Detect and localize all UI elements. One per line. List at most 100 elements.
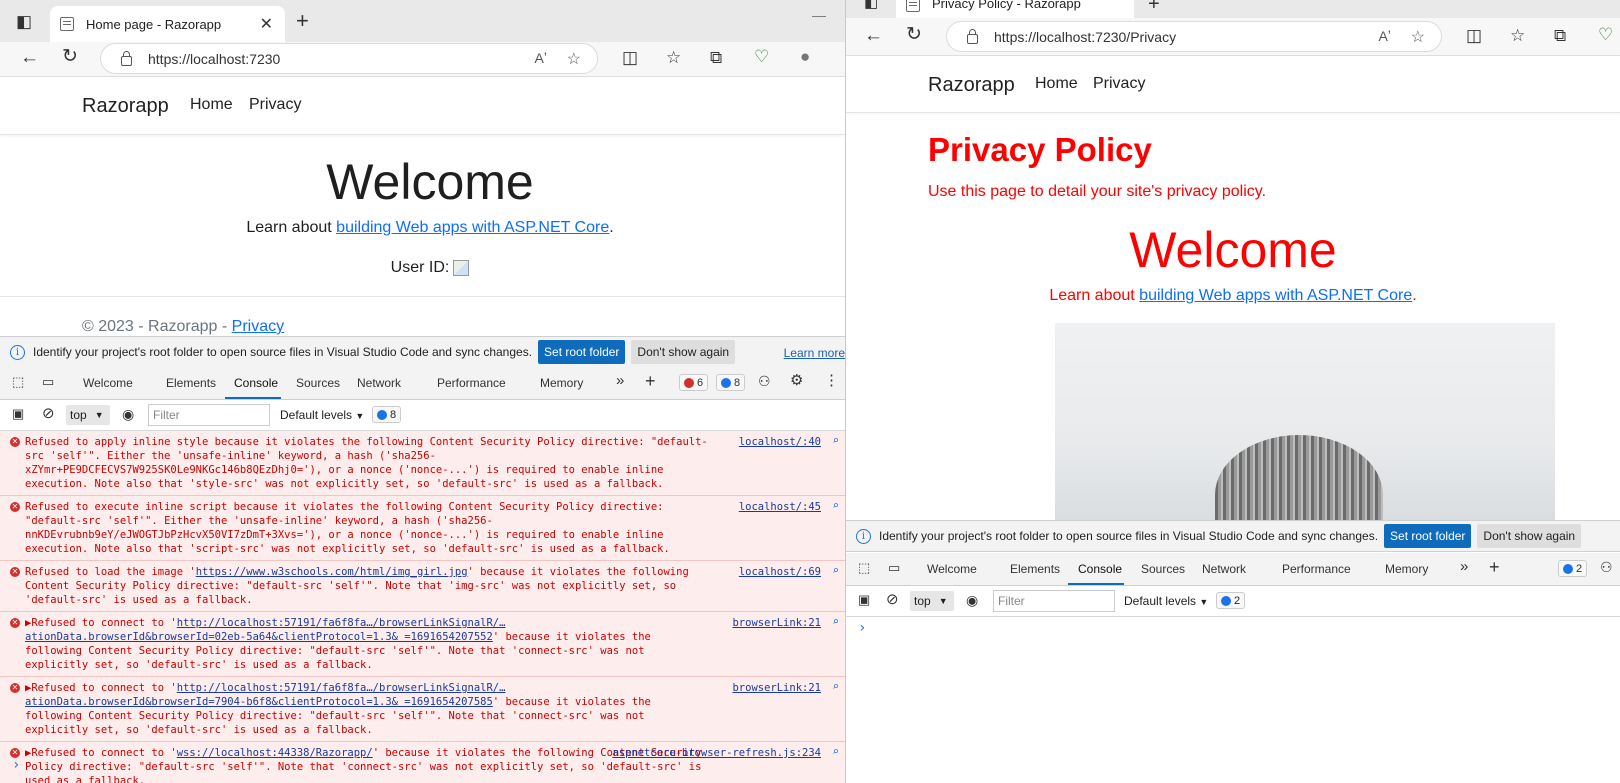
more-tabs-icon[interactable]: »: [616, 373, 624, 388]
lock-icon[interactable]: [121, 50, 132, 66]
dont-show-again-button[interactable]: Don't show again: [631, 340, 736, 364]
error-source-link[interactable]: localhost/:45: [739, 500, 821, 514]
tab-home[interactable]: Home page - Razorapp ✕: [50, 6, 285, 42]
search-icon[interactable]: ⌕: [832, 745, 839, 759]
footer-privacy-link[interactable]: Privacy: [232, 318, 284, 335]
connections-icon[interactable]: ⚇: [758, 374, 771, 388]
issues-badge[interactable]: 2: [1216, 592, 1246, 609]
message-count-badge[interactable]: 2: [1558, 560, 1588, 577]
read-aloud-icon[interactable]: Aʼ: [1379, 28, 1391, 44]
search-icon[interactable]: ⌕: [832, 499, 839, 513]
search-icon[interactable]: ⌕: [832, 434, 839, 448]
error-source-link[interactable]: browserLink:21: [732, 616, 821, 630]
set-root-folder-button[interactable]: Set root folder: [538, 340, 626, 364]
split-screen-icon[interactable]: ◫: [622, 49, 638, 66]
nav-privacy[interactable]: Privacy: [249, 96, 301, 114]
error-source-link[interactable]: browserLink:21: [732, 681, 821, 695]
dont-show-again-button[interactable]: Don't show again: [1477, 524, 1582, 548]
lock-icon[interactable]: [967, 28, 978, 44]
message-count-badge[interactable]: 8: [716, 374, 746, 391]
tab-network[interactable]: Network: [357, 376, 401, 390]
sidebar-toggle-icon[interactable]: ▣: [858, 593, 870, 606]
new-tab-icon[interactable]: +: [1148, 0, 1160, 14]
error-url-link[interactable]: https://www.w3schools.com/html/img_girl.…: [196, 566, 468, 578]
tab-network[interactable]: Network: [1202, 562, 1246, 576]
tab-sources[interactable]: Sources: [296, 376, 340, 390]
nav-home[interactable]: Home: [190, 96, 233, 114]
more-options-icon[interactable]: ⋮: [824, 373, 839, 388]
filter-input[interactable]: Filter: [148, 404, 270, 426]
learn-link[interactable]: building Web apps with ASP.NET Core: [1139, 287, 1412, 304]
tab-memory[interactable]: Memory: [540, 376, 583, 390]
tab-performance[interactable]: Performance: [437, 376, 506, 390]
browser-essentials-icon[interactable]: ♡: [1598, 26, 1613, 43]
nav-privacy[interactable]: Privacy: [1093, 75, 1145, 93]
device-icon[interactable]: ▭: [42, 375, 54, 388]
filter-input[interactable]: Filter: [993, 590, 1115, 612]
context-select[interactable]: top ▼: [66, 405, 110, 425]
search-icon[interactable]: ⌕: [832, 564, 839, 578]
tab-console[interactable]: Console: [234, 376, 278, 390]
favorite-icon[interactable]: ☆: [567, 49, 581, 69]
back-icon[interactable]: ←: [864, 26, 883, 45]
more-tabs-icon[interactable]: »: [1460, 559, 1468, 574]
address-bar[interactable]: https://localhost:7230/Privacy Aʼ ☆: [946, 21, 1442, 52]
favorite-icon[interactable]: ☆: [1411, 27, 1425, 47]
inspect-icon[interactable]: ⬚: [858, 561, 870, 574]
tab-performance[interactable]: Performance: [1282, 562, 1351, 576]
tab-welcome[interactable]: Welcome: [83, 376, 133, 390]
error-source-link[interactable]: aspnetcore-browser-refresh.js:234: [612, 746, 821, 760]
back-icon[interactable]: ←: [20, 48, 39, 67]
brand-link[interactable]: Razorapp: [928, 74, 1015, 97]
collections-icon[interactable]: ⧉: [710, 49, 722, 66]
tab-privacy[interactable]: Privacy Policy - Razorapp: [896, 0, 1134, 18]
error-count-badge[interactable]: 6: [679, 374, 709, 391]
tab-elements[interactable]: Elements: [1010, 562, 1060, 576]
search-icon[interactable]: ⌕: [832, 680, 839, 694]
issues-badge[interactable]: 8: [372, 406, 402, 423]
read-aloud-icon[interactable]: Aʼ: [535, 50, 547, 66]
nav-home[interactable]: Home: [1035, 75, 1078, 93]
search-icon[interactable]: ⌕: [832, 615, 839, 629]
error-source-link[interactable]: localhost/:40: [739, 435, 821, 449]
split-screen-icon[interactable]: ◫: [1466, 27, 1482, 44]
tab-actions-icon[interactable]: ◧: [864, 0, 878, 10]
brand-link[interactable]: Razorapp: [82, 95, 169, 118]
learn-more-link[interactable]: Learn more: [784, 346, 845, 360]
refresh-icon[interactable]: ↻: [62, 47, 78, 66]
close-tab-icon[interactable]: ✕: [260, 14, 273, 34]
sidebar-toggle-icon[interactable]: ▣: [12, 407, 24, 420]
context-select[interactable]: top ▼: [910, 591, 954, 611]
error-source-link[interactable]: localhost/:69: [739, 565, 821, 579]
clear-console-icon[interactable]: ⊘: [42, 406, 55, 421]
log-levels-select[interactable]: Default levels ▼: [280, 408, 364, 422]
tab-welcome[interactable]: Welcome: [927, 562, 977, 576]
profile-icon[interactable]: ●: [800, 48, 810, 65]
set-root-folder-button[interactable]: Set root folder: [1384, 524, 1472, 548]
minimize-icon[interactable]: —: [812, 8, 826, 22]
add-tab-icon[interactable]: +: [645, 372, 656, 390]
console-prompt[interactable]: ›: [12, 757, 20, 773]
browser-essentials-icon[interactable]: ♡: [754, 48, 769, 65]
tab-elements[interactable]: Elements: [166, 376, 216, 390]
tab-actions-icon[interactable]: ◧: [16, 13, 32, 30]
collections-icon[interactable]: ⧉: [1554, 27, 1566, 44]
new-tab-icon[interactable]: +: [296, 10, 309, 32]
learn-link[interactable]: building Web apps with ASP.NET Core: [336, 219, 609, 236]
favorites-icon[interactable]: ☆: [666, 49, 681, 66]
device-icon[interactable]: ▭: [888, 561, 900, 574]
log-levels-select[interactable]: Default levels ▼: [1124, 594, 1208, 608]
tab-memory[interactable]: Memory: [1385, 562, 1428, 576]
console-prompt[interactable]: ›: [858, 620, 866, 636]
favorites-icon[interactable]: ☆: [1510, 27, 1525, 44]
tab-console[interactable]: Console: [1078, 562, 1122, 576]
inspect-icon[interactable]: ⬚: [12, 375, 24, 388]
add-tab-icon[interactable]: +: [1489, 558, 1500, 576]
live-expression-eye-icon[interactable]: ◉: [966, 593, 978, 607]
clear-console-icon[interactable]: ⊘: [886, 592, 899, 607]
live-expression-eye-icon[interactable]: ◉: [122, 407, 134, 421]
settings-gear-icon[interactable]: ⚙: [790, 373, 803, 388]
error-url-link[interactable]: wss://localhost:44338/Razorapp/: [177, 747, 373, 759]
refresh-icon[interactable]: ↻: [906, 25, 922, 44]
tab-sources[interactable]: Sources: [1141, 562, 1185, 576]
